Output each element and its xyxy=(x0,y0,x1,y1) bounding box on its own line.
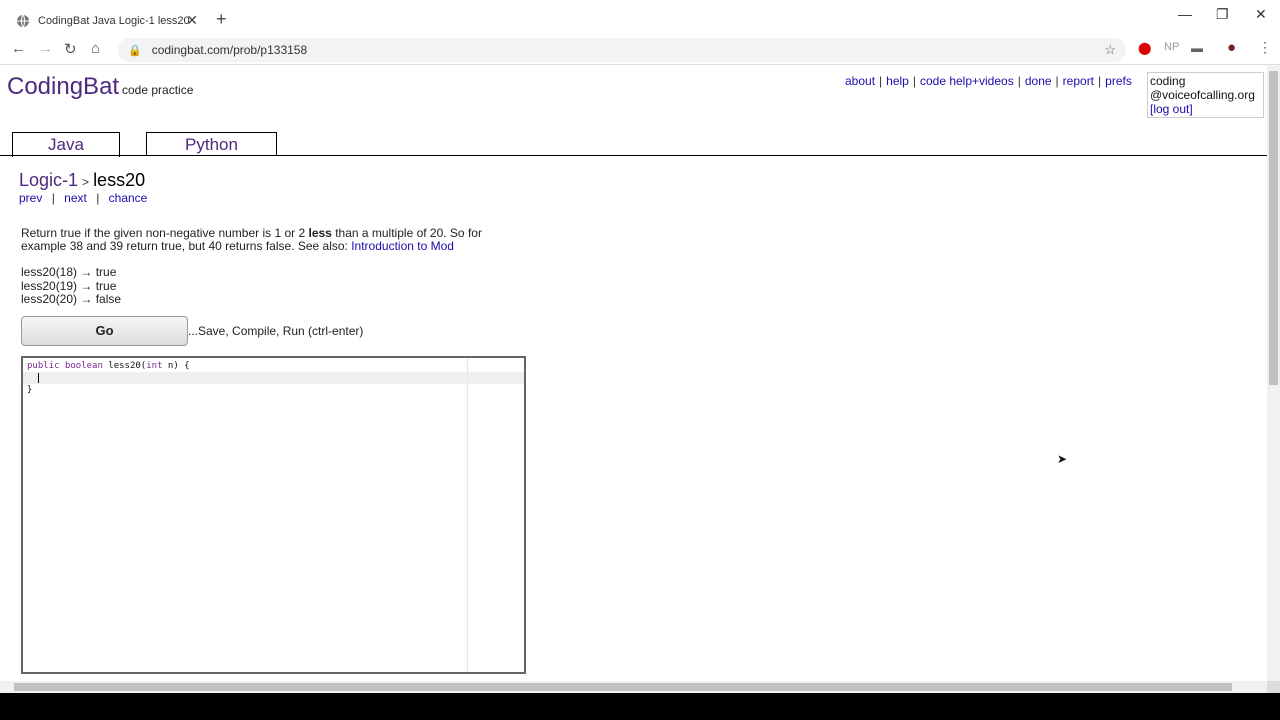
print-margin xyxy=(467,358,468,672)
user-name-line2: @voiceofcalling.org xyxy=(1150,88,1255,102)
forward-icon[interactable]: → xyxy=(38,40,53,57)
nav-prefs[interactable]: prefs xyxy=(1105,74,1132,88)
browser-tab[interactable]: CodingBat Java Logic-1 less20 ✕ xyxy=(8,6,206,36)
chance-link[interactable]: chance xyxy=(109,191,148,205)
url-text: codingbat.com/prob/p133158 xyxy=(151,43,308,57)
code-editor[interactable]: public boolean less20(int n) { } xyxy=(21,356,526,674)
problem-description: Return true if the given non-negative nu… xyxy=(21,227,521,253)
tab-strip: CodingBat Java Logic-1 less20 ✕ + — ❐ ✕ xyxy=(0,0,1280,37)
logout-link[interactable]: [log out] xyxy=(1150,102,1261,116)
text-cursor xyxy=(37,373,45,383)
site-logo[interactable]: CodingBat xyxy=(7,73,119,101)
nav-separator: | xyxy=(1017,74,1021,88)
example-line: less20(18) → true xyxy=(21,265,117,279)
nav-separator: | xyxy=(879,74,883,88)
horizontal-scrollbar[interactable] xyxy=(0,681,1267,693)
nav-code-help-videos[interactable]: code help+videos xyxy=(920,74,1014,88)
horizontal-scroll-thumb[interactable] xyxy=(14,683,1232,691)
vertical-scroll-thumb[interactable] xyxy=(1269,71,1278,385)
nav-separator: | xyxy=(1098,74,1102,88)
close-tab-icon[interactable]: ✕ xyxy=(186,12,198,29)
close-window-icon[interactable]: ✕ xyxy=(1255,6,1267,23)
home-icon[interactable]: ⌂ xyxy=(91,40,100,57)
nav-done[interactable]: done xyxy=(1025,74,1052,88)
menu-icon[interactable]: ⋮ xyxy=(1258,39,1272,56)
example-line: less20(19) → true xyxy=(21,278,117,293)
screen-extension-icon[interactable]: ▬ xyxy=(1191,41,1203,55)
avatar-icon[interactable]: ● xyxy=(1227,39,1236,56)
go-button[interactable]: Go xyxy=(21,316,188,346)
tab-title: CodingBat Java Logic-1 less20 xyxy=(38,15,190,27)
user-box: coding @voiceofcalling.org [log out] xyxy=(1147,72,1264,118)
opera-extension-icon[interactable]: ⬤ xyxy=(1138,41,1151,55)
mouse-pointer-icon: ➤ xyxy=(1057,452,1068,466)
site-tagline: code practice xyxy=(122,83,194,97)
maximize-icon[interactable]: ❐ xyxy=(1216,6,1229,23)
lock-icon: 🔒 xyxy=(128,44,142,57)
globe-icon xyxy=(17,14,29,28)
breadcrumb: Logic-1 > less20 xyxy=(19,170,145,191)
next-link[interactable]: next xyxy=(64,191,87,205)
tab-python[interactable]: Python xyxy=(146,132,277,156)
nav-report[interactable]: report xyxy=(1063,74,1094,88)
tab-java[interactable]: Java xyxy=(12,132,120,157)
prev-link[interactable]: prev xyxy=(19,191,42,205)
top-nav: about | help | code help+videos | done | report |… xyxy=(845,74,1132,88)
nav-separator: | xyxy=(912,74,916,88)
intro-mod-link[interactable]: Introduction to Mod xyxy=(351,239,454,253)
nav-separator: | xyxy=(96,191,100,205)
code-line-2 xyxy=(27,372,190,384)
new-tab-icon[interactable]: + xyxy=(216,10,227,28)
breadcrumb-section[interactable]: Logic-1 xyxy=(19,170,78,190)
tab-underline xyxy=(0,155,1267,156)
go-hint: ...Save, Compile, Run (ctrl-enter) xyxy=(188,324,364,338)
bookmark-star-icon[interactable]: ☆ xyxy=(1104,42,1116,58)
nav-help[interactable]: help xyxy=(886,74,909,88)
browser-toolbar: ← → ↻ ⌂ 🔒 codingbat.com/prob/p133158 ☆ ⬤… xyxy=(0,36,1280,65)
vertical-scrollbar[interactable] xyxy=(1267,65,1280,681)
minimize-icon[interactable]: — xyxy=(1178,6,1192,22)
example-line: less20(20) → false xyxy=(21,292,122,306)
problem-nav: prev | next | chance xyxy=(19,191,147,205)
address-bar[interactable]: 🔒 codingbat.com/prob/p133158 ☆ xyxy=(118,38,1126,62)
breadcrumb-separator: > xyxy=(82,175,90,189)
page-content: CodingBat code practice about | help | code … xyxy=(0,65,1267,681)
code-line-1: public boolean less20(int n) { xyxy=(27,361,190,371)
problem-title: less20 xyxy=(93,170,146,190)
code-text[interactable]: public boolean less20(int n) { } xyxy=(27,360,190,396)
nav-separator: | xyxy=(1055,74,1059,88)
np-extension-icon[interactable]: NP xyxy=(1164,41,1179,53)
taskbar xyxy=(0,693,1280,720)
back-icon[interactable]: ← xyxy=(11,40,26,57)
desc-text-1: Return true if the given non-negative nu… xyxy=(21,226,309,240)
user-name-line1: coding xyxy=(1150,74,1186,88)
desc-bold: less xyxy=(308,226,332,240)
scrollbar-corner xyxy=(1267,681,1280,693)
nav-about[interactable]: about xyxy=(845,74,875,88)
browser-chrome: CodingBat Java Logic-1 less20 ✕ + — ❐ ✕ … xyxy=(0,0,1280,65)
examples: less20(18) → true less20(19) → true less… xyxy=(21,265,122,307)
code-line-3: } xyxy=(27,385,33,395)
reload-icon[interactable]: ↻ xyxy=(64,40,77,58)
nav-separator: | xyxy=(51,191,55,205)
